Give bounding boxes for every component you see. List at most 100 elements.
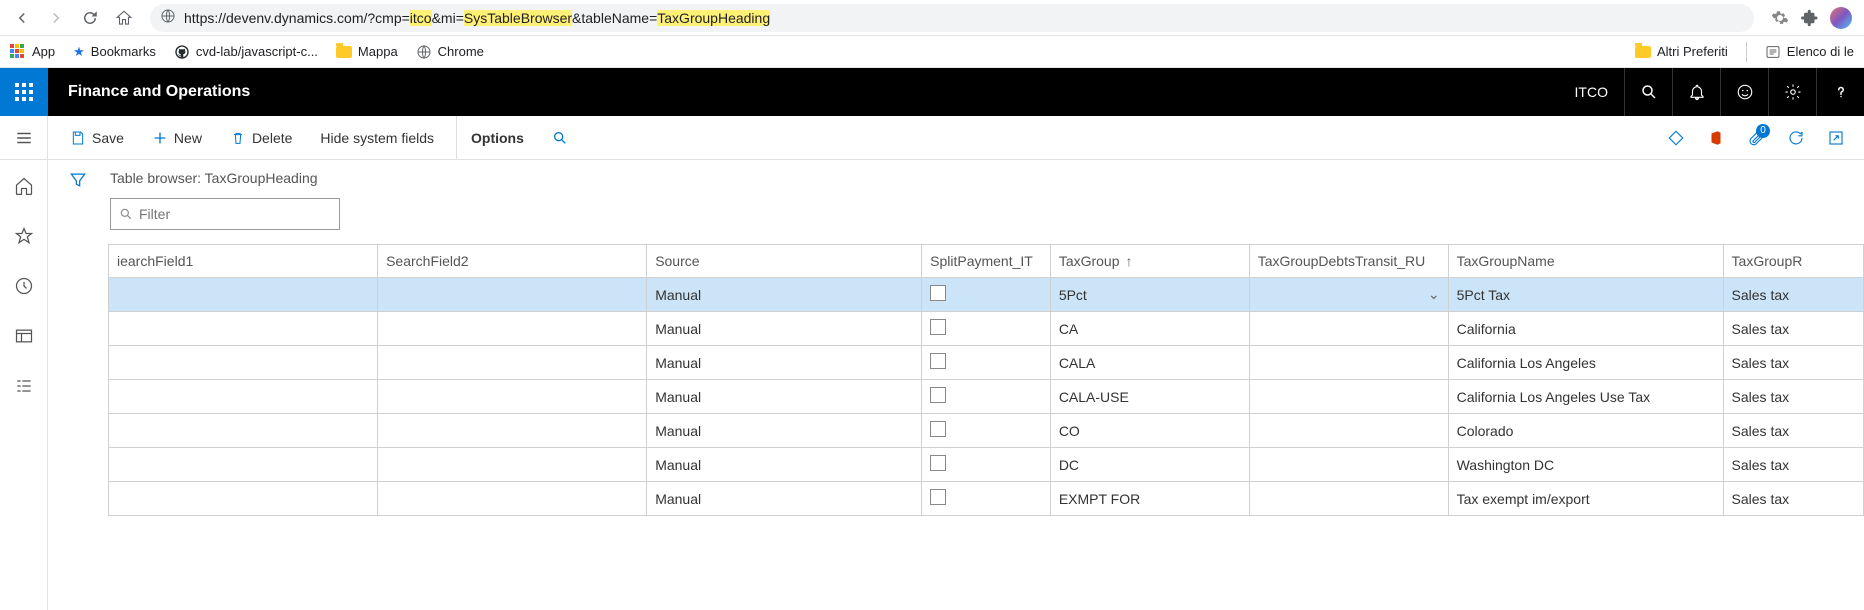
power-automate-button[interactable]: [1658, 120, 1694, 156]
cell[interactable]: [378, 346, 647, 380]
cell[interactable]: Tax exempt im/export: [1448, 482, 1723, 516]
extensions-icon[interactable]: [1800, 8, 1820, 28]
forward-button[interactable]: [42, 4, 70, 32]
cell[interactable]: [922, 448, 1051, 482]
home-button[interactable]: [110, 4, 138, 32]
cell[interactable]: [378, 278, 647, 312]
cell[interactable]: Manual: [647, 312, 922, 346]
cell[interactable]: California: [1448, 312, 1723, 346]
cell[interactable]: DC: [1050, 448, 1249, 482]
settings-button[interactable]: [1768, 68, 1816, 116]
cell[interactable]: [1249, 482, 1448, 516]
cell[interactable]: Sales tax: [1723, 312, 1863, 346]
cell[interactable]: [109, 414, 378, 448]
reload-button[interactable]: [76, 4, 104, 32]
checkbox[interactable]: [930, 387, 946, 403]
cell[interactable]: CALA-USE: [1050, 380, 1249, 414]
cell[interactable]: [922, 312, 1051, 346]
table-row[interactable]: Manual CALA-USE California Los Angeles Use…: [109, 380, 1864, 414]
app-launcher[interactable]: [0, 68, 48, 116]
rail-favorites[interactable]: [8, 220, 40, 252]
cell[interactable]: [109, 448, 378, 482]
cell[interactable]: CA: [1050, 312, 1249, 346]
cell[interactable]: Sales tax: [1723, 448, 1863, 482]
cell[interactable]: [1249, 312, 1448, 346]
cell[interactable]: [922, 278, 1051, 312]
cell[interactable]: [378, 448, 647, 482]
cell[interactable]: [922, 380, 1051, 414]
quick-filter[interactable]: [110, 198, 340, 230]
column-header[interactable]: SearchField2: [378, 245, 647, 278]
quick-filter-input[interactable]: [139, 206, 331, 222]
bookmarks-link[interactable]: ★Bookmarks: [73, 44, 156, 60]
bookmark-altri[interactable]: Altri Preferiti: [1635, 44, 1728, 59]
cell[interactable]: 5Pct: [1050, 278, 1249, 312]
search-button[interactable]: [1624, 68, 1672, 116]
column-header[interactable]: TaxGroup↑: [1050, 245, 1249, 278]
table-row[interactable]: Manual CA CaliforniaSales tax: [109, 312, 1864, 346]
checkbox[interactable]: [930, 489, 946, 505]
cell[interactable]: Sales tax: [1723, 482, 1863, 516]
reading-list[interactable]: Elenco di le: [1765, 44, 1854, 60]
feedback-button[interactable]: [1720, 68, 1768, 116]
settings-gear-icon[interactable]: [1770, 8, 1790, 28]
cell[interactable]: Colorado: [1448, 414, 1723, 448]
cell[interactable]: [922, 414, 1051, 448]
rail-modules[interactable]: [8, 370, 40, 402]
cell[interactable]: Sales tax: [1723, 278, 1863, 312]
bookmark-chrome[interactable]: Chrome: [416, 44, 484, 60]
cell[interactable]: [1249, 346, 1448, 380]
checkbox[interactable]: [930, 319, 946, 335]
checkbox[interactable]: [930, 285, 946, 301]
new-button[interactable]: New: [142, 116, 212, 159]
chevron-down-icon[interactable]: ⌄: [1428, 286, 1440, 303]
checkbox[interactable]: [930, 421, 946, 437]
table-row[interactable]: ManualCALACalifornia Los AngelesSales ta…: [109, 346, 1864, 380]
cell[interactable]: CALA: [1050, 346, 1249, 380]
rail-workspaces[interactable]: [8, 320, 40, 352]
chrome-apps[interactable]: App: [10, 44, 55, 60]
cell[interactable]: [922, 346, 1051, 380]
filter-pane-toggle[interactable]: [68, 170, 88, 610]
cell[interactable]: California Los Angeles Use Tax: [1448, 380, 1723, 414]
delete-button[interactable]: Delete: [220, 116, 302, 159]
table-row[interactable]: ManualEXMPT FORTax exempt im/exportSales…: [109, 482, 1864, 516]
popout-button[interactable]: [1818, 120, 1854, 156]
column-header[interactable]: Source: [647, 245, 922, 278]
cell[interactable]: [1249, 448, 1448, 482]
cell[interactable]: ⌄: [1249, 278, 1448, 312]
cell[interactable]: [378, 482, 647, 516]
nav-toggle[interactable]: [0, 116, 48, 160]
notifications-button[interactable]: [1672, 68, 1720, 116]
table-row[interactable]: Manual CO ColoradoSales tax: [109, 414, 1864, 448]
cell[interactable]: Washington DC: [1448, 448, 1723, 482]
column-header[interactable]: TaxGroupName: [1448, 245, 1723, 278]
table-row[interactable]: Manual DC Washington DCSales tax: [109, 448, 1864, 482]
column-header[interactable]: TaxGroupDebtsTransit_RU: [1249, 245, 1448, 278]
cell[interactable]: [109, 278, 378, 312]
cell[interactable]: CO: [1050, 414, 1249, 448]
cell[interactable]: [109, 380, 378, 414]
cell[interactable]: 5Pct Tax: [1448, 278, 1723, 312]
cell[interactable]: [378, 312, 647, 346]
bookmark-mappa[interactable]: Mappa: [336, 44, 398, 59]
options-button[interactable]: Options: [456, 116, 534, 159]
back-button[interactable]: [8, 4, 36, 32]
cell[interactable]: Sales tax: [1723, 346, 1863, 380]
cell[interactable]: Sales tax: [1723, 414, 1863, 448]
cell[interactable]: [109, 346, 378, 380]
cell[interactable]: Sales tax: [1723, 380, 1863, 414]
office-button[interactable]: [1698, 120, 1734, 156]
cell[interactable]: [922, 482, 1051, 516]
cell[interactable]: Manual: [647, 414, 922, 448]
save-button[interactable]: Save: [60, 116, 134, 159]
cell[interactable]: Manual: [647, 448, 922, 482]
column-header[interactable]: SplitPayment_IT: [922, 245, 1051, 278]
cell[interactable]: [378, 380, 647, 414]
cell[interactable]: EXMPT FOR: [1050, 482, 1249, 516]
checkbox[interactable]: [930, 353, 946, 369]
help-button[interactable]: [1816, 68, 1864, 116]
cell[interactable]: Manual: [647, 380, 922, 414]
address-bar[interactable]: https://devenv.dynamics.com/?cmp=itco&mi…: [150, 4, 1754, 32]
column-header[interactable]: iearchField1: [109, 245, 378, 278]
